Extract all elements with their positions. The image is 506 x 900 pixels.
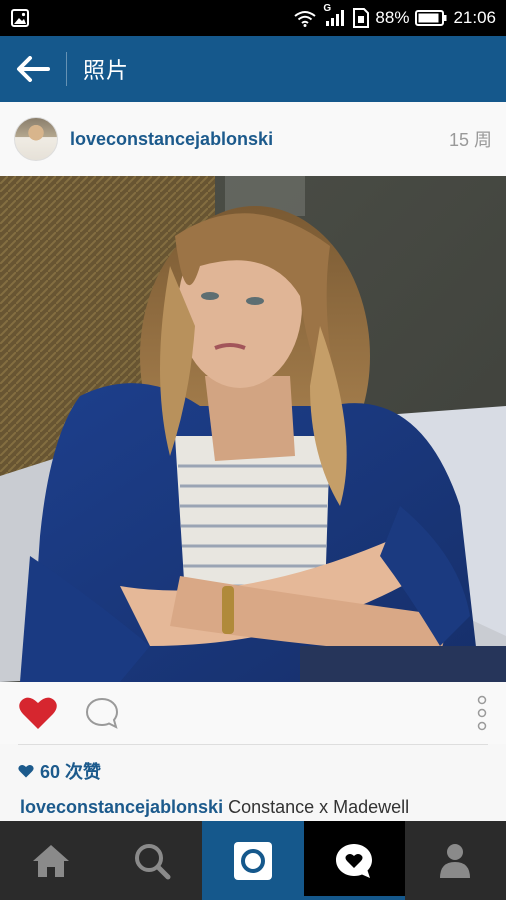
comment-bubble-icon bbox=[84, 696, 120, 730]
heart-icon bbox=[18, 695, 58, 731]
nav-search[interactable] bbox=[101, 821, 202, 900]
nav-profile[interactable] bbox=[405, 821, 506, 900]
nav-activity[interactable] bbox=[303, 821, 405, 900]
battery-percent: 88% bbox=[375, 8, 410, 27]
post-username[interactable]: loveconstancejablonski bbox=[70, 129, 273, 150]
status-bar: G 88% 21:06 bbox=[0, 0, 506, 36]
clock: 21:06 bbox=[453, 8, 496, 27]
likes-count[interactable]: 60 次赞 bbox=[18, 758, 101, 784]
gallery-notification-icon bbox=[10, 8, 30, 28]
post-caption: loveconstancejablonski Constance x Madew… bbox=[20, 797, 409, 818]
post-actions bbox=[0, 682, 506, 744]
bottom-nav bbox=[0, 821, 506, 900]
nav-camera[interactable] bbox=[202, 821, 304, 900]
post-timestamp: 15 周 bbox=[448, 130, 492, 150]
signal-icon: G bbox=[323, 3, 347, 27]
comment-button[interactable] bbox=[84, 696, 120, 730]
small-heart-icon bbox=[18, 764, 34, 778]
page-title: 照片 bbox=[83, 58, 130, 83]
post-header: loveconstancejablonski 15 周 bbox=[0, 102, 506, 176]
caption-username[interactable]: loveconstancejablonski bbox=[20, 797, 223, 817]
arrow-left-icon bbox=[16, 56, 50, 82]
camera-icon bbox=[233, 841, 273, 881]
network-type-label: G bbox=[323, 3, 332, 14]
home-icon bbox=[31, 843, 71, 879]
post-photo[interactable] bbox=[0, 176, 506, 682]
like-button[interactable] bbox=[18, 695, 58, 731]
profile-icon bbox=[438, 842, 472, 880]
vertical-dots-icon bbox=[476, 695, 488, 731]
avatar[interactable] bbox=[14, 117, 58, 161]
battery-icon bbox=[415, 10, 447, 26]
caption-text: Constance x Madewell bbox=[223, 797, 410, 817]
activity-icon bbox=[334, 842, 374, 880]
more-options-button[interactable] bbox=[476, 695, 488, 731]
sim-card-icon bbox=[353, 8, 370, 28]
header-divider bbox=[66, 52, 67, 86]
wifi-icon bbox=[293, 9, 317, 27]
search-icon bbox=[133, 842, 171, 880]
nav-home[interactable] bbox=[0, 821, 101, 900]
divider bbox=[18, 744, 488, 745]
likes-label: 60 次赞 bbox=[40, 762, 102, 782]
app-header: 照片 bbox=[0, 36, 506, 102]
back-button[interactable] bbox=[0, 36, 66, 102]
